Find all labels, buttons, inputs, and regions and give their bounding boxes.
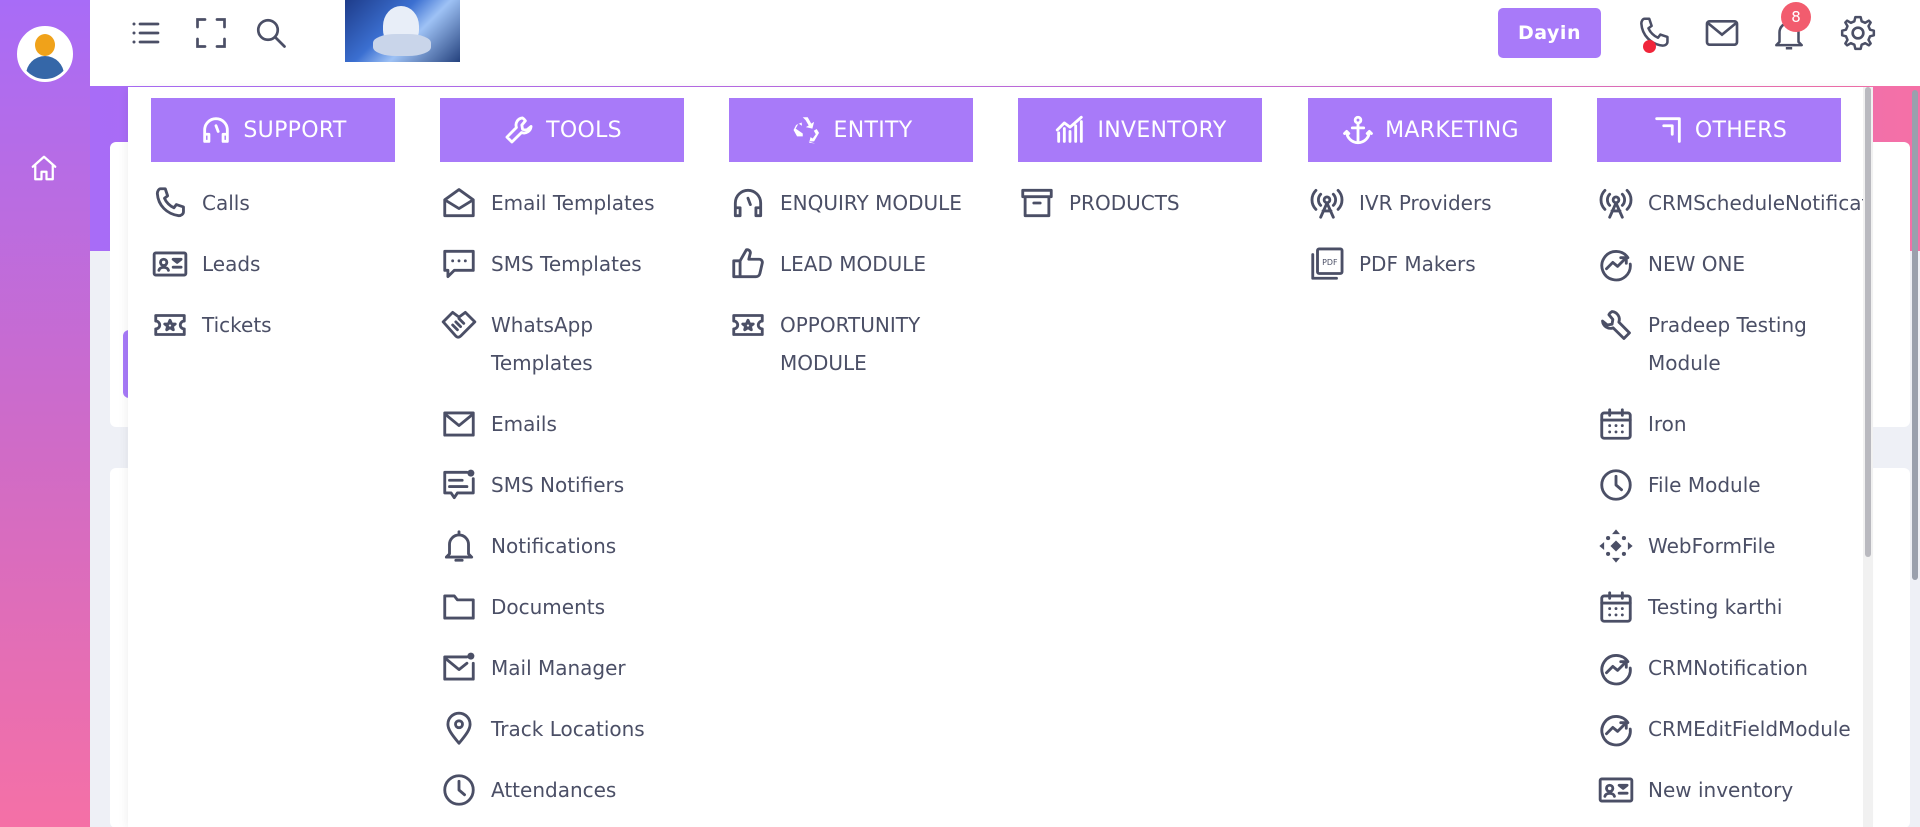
menu-item-leads[interactable]: Leads [151,235,395,296]
menu-item-ivr-providers[interactable]: IVR Providers [1308,174,1552,235]
trend-circle-icon [1600,250,1632,282]
menu-item-crmschedulenotification[interactable]: CRMScheduleNotification [1597,174,1865,235]
menu-item-crmnotification[interactable]: CRMNotification [1597,639,1841,700]
menu-item-emails[interactable]: Emails [440,395,684,456]
ticket-icon [154,314,186,336]
envelope-icon [443,411,475,437]
menu-item-testing-karthi[interactable]: Testing karthi [1597,578,1841,639]
contact-card-icon [1598,777,1634,803]
notification-badge: 8 [1781,2,1811,32]
menu-header-support[interactable]: SUPPORT [151,98,395,162]
menu-header-marketing[interactable]: MARKETING [1308,98,1552,162]
menu-column-support: SUPPORT Calls Leads Tickets [151,98,395,357]
menu-item-whatsapp-templates[interactable]: WhatsApp Templates [440,296,684,395]
contact-card-icon [152,251,188,277]
recycle-icon [793,117,819,144]
menu-item-pdf-makers[interactable]: PDF PDF Makers [1308,235,1552,296]
menu-item-track-locations[interactable]: Track Locations [440,700,684,761]
menu-column-inventory: INVENTORY PRODUCTS [1018,98,1262,235]
handshake-icon [441,310,477,339]
menu-item-crmeditfieldmodule[interactable]: CRMEditFieldModule [1597,700,1851,761]
broadcast-icon [1310,188,1344,219]
menu-item-tickets[interactable]: Tickets [151,296,395,357]
broadcast-icon [1599,188,1633,219]
mail-notify-icon [443,652,475,681]
mega-menu: SUPPORT Calls Leads Tickets TOOLS Email … [128,87,1865,827]
menu-item-file-module[interactable]: File Module [1597,456,1841,517]
menu-item-mail-manager[interactable]: Mail Manager [440,639,684,700]
menu-item-documents[interactable]: Documents [440,578,684,639]
wrench-icon [1601,310,1631,340]
menu-column-tools: TOOLS Email Templates SMS Templates What… [440,98,684,822]
move-arrows-icon [1599,529,1633,563]
menu-header-tools[interactable]: TOOLS [440,98,684,162]
archive-box-icon [1021,188,1053,218]
menu-item-attendances[interactable]: Attendances [440,761,684,822]
menu-item-iron[interactable]: Iron [1597,395,1841,456]
menu-item-email-templates[interactable]: Email Templates [440,174,684,235]
user-button[interactable]: Dayin [1498,8,1601,58]
calendar-icon [1600,591,1632,623]
menu-item-enquiry-module[interactable]: ENQUIRY MODULE [729,174,973,235]
clock-icon [443,774,475,806]
menu-header-others[interactable]: OTHERS [1597,98,1841,162]
menu-item-sms-templates[interactable]: SMS Templates [440,235,684,296]
anchor-icon [1343,115,1373,145]
menu-item-new-one[interactable]: NEW ONE [1597,235,1841,296]
menu-item-opportunity-module[interactable]: OPPORTUNITY MODULE [729,296,973,395]
search-icon[interactable] [253,15,289,51]
menu-column-entity: ENTITY ENQUIRY MODULE LEAD MODULE OPPORT… [729,98,973,395]
page-scrollbar[interactable] [1912,90,1918,580]
map-pin-icon [446,711,472,745]
thumbs-up-icon [732,248,764,279]
mail-icon[interactable] [1702,13,1742,53]
envelope-open-icon [443,188,475,218]
menu-list-icon[interactable] [128,15,164,51]
svg-text:PDF: PDF [1322,258,1338,267]
corner-icon [1655,117,1681,143]
calendar-icon [1600,408,1632,440]
fullscreen-icon[interactable] [193,15,229,51]
phone-icon [155,187,185,218]
trend-circle-icon [1600,715,1632,747]
headset-icon [203,117,230,143]
ticket-icon [732,314,764,336]
pdf-icon: PDF [1311,247,1344,280]
sidebar [0,0,90,827]
chat-notify-icon [443,469,475,500]
clock-icon [1600,469,1632,501]
menu-header-entity[interactable]: ENTITY [729,98,973,162]
chart-bars-icon [1056,115,1084,143]
menu-item-new-inventory[interactable]: New inventory [1597,761,1841,822]
banner-thumbnail[interactable] [345,0,460,62]
call-status-dot [1643,40,1656,53]
topbar: Dayin 8 [90,0,1920,86]
menu-item-webformfile[interactable]: WebFormFile [1597,517,1841,578]
menu-item-notifications[interactable]: Notifications [440,517,684,578]
chat-dots-icon [443,249,475,279]
home-icon[interactable] [29,153,59,183]
menu-item-products[interactable]: PRODUCTS [1018,174,1262,235]
menu-item-pradeep-testing-module[interactable]: Pradeep Testing Module [1597,296,1841,395]
menu-column-others: OTHERS CRMScheduleNotification NEW ONE P… [1597,98,1865,822]
bell-icon [444,530,474,562]
menu-item-lead-module[interactable]: LEAD MODULE [729,235,973,296]
gear-icon[interactable] [1838,13,1878,53]
menu-header-inventory[interactable]: INVENTORY [1018,98,1262,162]
trend-circle-icon [1600,654,1632,686]
menu-scrollbar[interactable] [1863,87,1873,827]
wrench-icon [505,116,533,144]
menu-item-sms-notifiers[interactable]: SMS Notifiers [440,456,684,517]
folder-icon [443,594,475,620]
headset-icon [733,188,763,218]
menu-item-calls[interactable]: Calls [151,174,395,235]
menu-column-marketing: MARKETING IVR Providers PDF PDF Makers [1308,98,1552,296]
avatar[interactable] [17,26,73,82]
menu-scrollbar-thumb[interactable] [1865,87,1871,557]
